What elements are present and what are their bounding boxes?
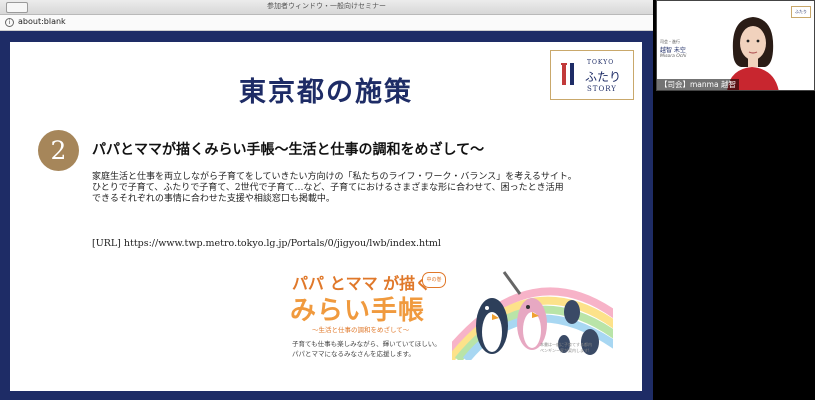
window-titlebar: 参加者ウィンドウ・一般向けセミナー (0, 0, 653, 15)
small-logo: ふたり (791, 6, 811, 18)
participant-window: 参加者ウィンドウ・一般向けセミナー i about:blank 東京都の施策 T… (0, 0, 653, 400)
logo-line-2: ふたり (585, 70, 622, 84)
window-title: 参加者ウィンドウ・一般向けセミナー (267, 2, 386, 10)
description-line: ひとりで子育て、ふたりで子育て、2世代で子育て…など、子育てにおけるさまざまな形… (92, 183, 564, 193)
mirai-techo-banner: パパ とママ が描く 中の巻 みらい手帳 〜生活と仕事の調和をめざして〜 子育て… (282, 264, 613, 360)
banner-subtitle: 〜生活と仕事の調和をめざして〜 (312, 326, 410, 334)
item-number-badge: 2 (38, 130, 79, 171)
participant-video-tile[interactable]: 司会・進行 越智 未空 Misora Ochi ふたり 【司会】manma 越智 (656, 0, 815, 91)
banner-text-1: 子育ても仕事も楽しみながら、輝いていてほしい。 (292, 340, 441, 348)
logo-mark-icon (561, 63, 574, 85)
banner-note-2: ペンギンー家が案内します! (540, 348, 590, 353)
address-url[interactable]: about:blank (18, 17, 66, 26)
tokyo-futari-story-logo: TOKYO ふたり STORY (550, 50, 634, 100)
presentation-slide: 東京都の施策 TOKYO ふたり STORY 2 パパとママが描くみらい手帳〜生… (10, 42, 642, 391)
participant-nametag: 【司会】manma 越智 (657, 79, 739, 90)
slide-title: 東京都の施策 (239, 77, 413, 108)
description-line: できるそれぞれの事情に合わせた支援や相談窓口も掲載中。 (92, 194, 335, 204)
logo-line-3: STORY (587, 85, 617, 93)
item-heading: パパとママが描くみらい手帳〜生活と仕事の調和をめざして〜 (92, 142, 485, 158)
banner-text-2: パパとママになるみなさんを応援します。 (292, 350, 415, 358)
info-icon[interactable]: i (5, 18, 14, 27)
url-line: [URL] https://www.twp.metro.tokyo.lg.jp/… (92, 238, 441, 249)
presenter-name: 越智 未空 (660, 47, 686, 54)
presenter-name-roman: Misora Ochi (660, 54, 687, 59)
logo-line-1: TOKYO (587, 59, 615, 66)
banner-title-line-2: みらい手帳 (290, 296, 426, 326)
description-line: 家庭生活と仕事を両立しながら子育てをしていきたい方向けの「私たちのライフ・ワーク… (92, 172, 577, 182)
description-paragraph: 家庭生活と仕事を両立しながら子育てをしていきたい方向けの「私たちのライフ・ワーク… (92, 172, 622, 205)
address-bar[interactable]: i about:blank (0, 15, 653, 31)
banner-badge: 中の巻 (422, 272, 446, 288)
